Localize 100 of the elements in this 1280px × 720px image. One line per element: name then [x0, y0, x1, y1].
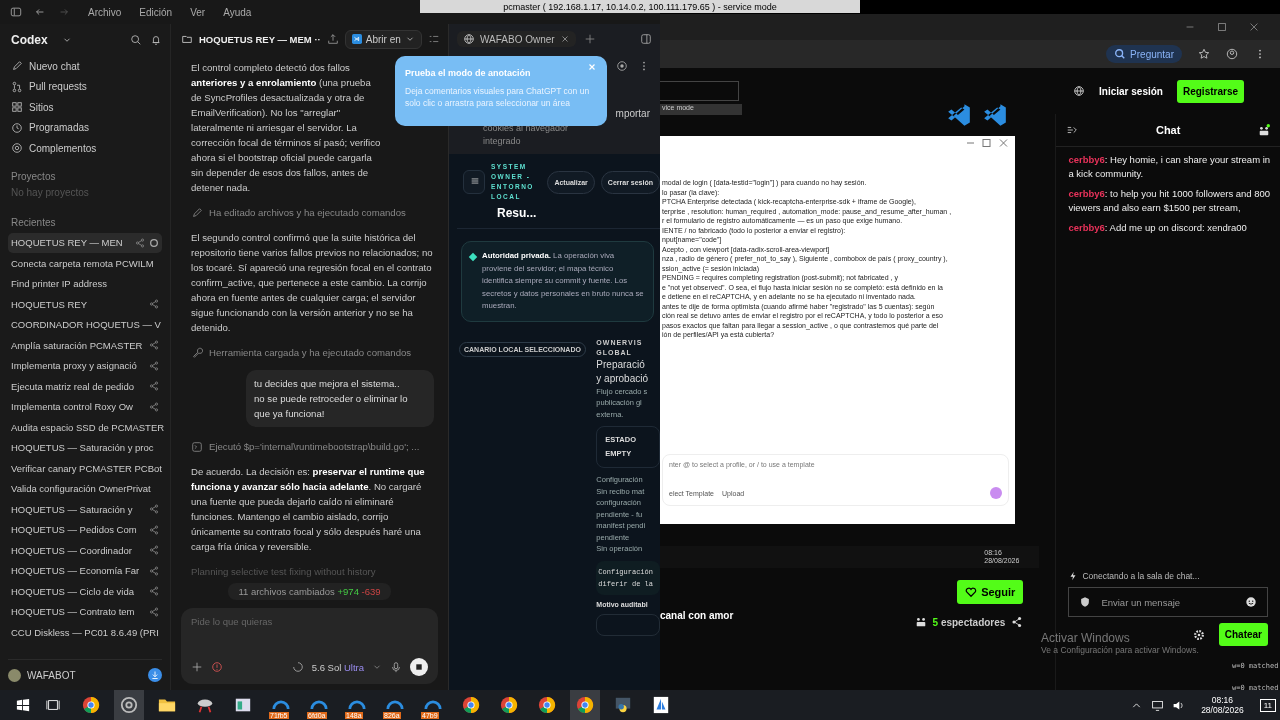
recent-chat-item[interactable]: HOQUETUS — Ciclo de vida [8, 581, 162, 602]
close-icon[interactable] [1248, 21, 1260, 33]
sidebar-toggle-icon[interactable] [10, 6, 22, 18]
cookies-text: cookies al navegador integrado [483, 122, 570, 148]
recent-chat-item[interactable]: HOQUETUS — Economía Far [8, 560, 162, 581]
list-icon[interactable] [427, 33, 440, 45]
user-message: tu decides que mejora el sistema.. no se puede retroceder o eliminar lo que ya funciona! [246, 370, 434, 427]
recent-chat-item[interactable]: HOQUETUS REY — MEN [8, 232, 162, 253]
browser-icon [538, 696, 556, 714]
activity-text[interactable]: Herramienta cargada y ha ejecutado comandos [209, 345, 412, 360]
menu-icon [470, 176, 480, 186]
section-heading: Recientes [10, 216, 57, 230]
menu-button[interactable] [463, 170, 485, 194]
browser-icon [82, 696, 100, 714]
plus-icon[interactable] [191, 661, 203, 673]
nav-item[interactable]: Pull requests [8, 76, 162, 97]
activity-text[interactable]: Ha editado archivos y ha ejecutado comandos [209, 205, 406, 220]
share-icon[interactable] [1011, 616, 1024, 628]
menu-item[interactable]: Ayuda [223, 6, 252, 18]
settings-icon[interactable] [1192, 628, 1205, 641]
recent-chat-item[interactable]: HOQUETUS — Saturación y proc [8, 437, 162, 458]
merge-icon [11, 80, 23, 93]
task-view-icon[interactable] [46, 698, 60, 712]
recent-chat-item[interactable]: HOQUETUS — Saturación y [8, 499, 162, 520]
recent-chat-item[interactable]: Implementa proxy y asignació [8, 355, 162, 376]
people-icon[interactable] [1258, 124, 1270, 136]
plus-icon[interactable] [583, 33, 596, 45]
stop-button[interactable] [410, 658, 428, 676]
search-icon [1114, 48, 1127, 60]
remote-desktop-icon [310, 700, 328, 710]
globe-icon[interactable] [1073, 85, 1086, 97]
taskbar-clock[interactable]: 08:16 28/08/2026 [1201, 695, 1244, 715]
recent-chat-item[interactable]: COORDINADOR HOQUETUS — V [8, 314, 162, 335]
search-icon[interactable] [130, 34, 142, 46]
remote-desktop-icon [348, 700, 366, 710]
nav-item[interactable]: Sitios [8, 97, 162, 118]
chat-send-button[interactable]: Chatear [1218, 623, 1268, 646]
emoji-icon[interactable] [1245, 596, 1257, 608]
notification-button[interactable]: 11 [1259, 698, 1276, 712]
viewer-count: 5 espectadores [932, 616, 1006, 628]
panel-icon[interactable] [640, 33, 652, 45]
nav-item[interactable]: Programadas [8, 117, 162, 138]
popup-text: Deja comentarios visuales para ChatGPT con un solo clic o arrastra para seleccionar un área [405, 86, 591, 109]
profile-icon[interactable] [1226, 48, 1238, 60]
windows-start-icon[interactable] [16, 698, 30, 712]
microphone-icon[interactable] [390, 661, 402, 673]
app-name[interactable]: Codex [8, 33, 54, 47]
assistant-message: El segundo control confirmó que la suite histórica del repositorio tiene varios fallos previos no relacionados; no los tocaré. Sí apareció una regresión focal en el contrato confirm_active, que pertenece a este cambio. La corrijo ahora en fuente antes de cualquier carga; el servidor sigue funcionando con la versión anterior y no se ha detenido. [191, 231, 434, 335]
ask-button[interactable]: Preguntar [1106, 45, 1182, 63]
import-button[interactable]: mportar [615, 108, 650, 119]
recent-chat-item[interactable]: Conecta carpeta remota PCWILM [8, 253, 162, 274]
nav-item[interactable]: Complementos [8, 138, 162, 159]
taskbar-app[interactable] [570, 690, 600, 720]
recent-chat-item[interactable]: Implementa control Roxy Ow [8, 396, 162, 417]
app-icon [120, 696, 138, 714]
upload-icon[interactable] [326, 33, 339, 45]
recent-chat-item[interactable]: Amplía saturación PCMASTER [8, 335, 162, 356]
recent-chat-item[interactable]: HOQUETUS REY [8, 294, 162, 315]
star-icon[interactable] [1198, 48, 1210, 60]
close-icon[interactable] [559, 34, 570, 44]
recent-chat-item[interactable]: HOQUETUS — Coordinador [8, 540, 162, 561]
network-icon[interactable] [1151, 698, 1165, 712]
assistant-message: De acuerdo. La decisión es: preservar el runtime que funciona y avanzar sólo hacia adelante. No cargaré una fuente que pueda dejarlo caído ni eliminaré funciones. Mantengo el cambio aislado, corrijo únicamente su contrato focal y sólo después haré una carga fría única y reversible. [191, 465, 426, 554]
login-link[interactable]: Iniciar sesión [1099, 85, 1163, 97]
maximize-icon[interactable] [1216, 21, 1228, 33]
share-icon [149, 586, 159, 597]
back-arrow-icon[interactable] [34, 6, 46, 18]
share-icon [135, 237, 145, 248]
recent-chat-item[interactable]: Valida configuración OwnerPrivat [8, 478, 162, 499]
menu-item[interactable]: Ver [190, 6, 206, 18]
collapse-icon[interactable] [1066, 124, 1079, 136]
recent-chat-item[interactable]: Find printer IP address [8, 273, 162, 294]
address-field[interactable] [660, 81, 739, 101]
browser-icon [462, 696, 480, 714]
alert-icon[interactable] [211, 661, 223, 673]
nav-item[interactable]: Nuevo chat [8, 56, 162, 77]
changes-summary[interactable]: 11 archivos cambiados +974 -639 [228, 583, 391, 600]
model-selector[interactable]: 5.6 Sol Ultra [311, 661, 364, 673]
target-icon[interactable] [616, 60, 628, 72]
app-icon [982, 102, 1008, 128]
open-in-button[interactable]: Abrir en [344, 29, 422, 49]
message-field[interactable]: Enviar un mensaje [1068, 587, 1268, 617]
user-name: WAFABOT [27, 669, 77, 681]
menu-item[interactable]: Edición [139, 6, 173, 18]
avatar[interactable] [8, 668, 21, 682]
chat-title: Chat [1154, 124, 1182, 136]
recent-chat-item[interactable]: Audita espacio SSD de PCMASTER [8, 417, 162, 438]
menu-item[interactable]: Archivo [88, 6, 122, 18]
recent-chat-item[interactable]: Verificar canary PCMASTER PCBot [8, 458, 162, 479]
browser-tab[interactable]: WAFABO Owner [457, 31, 576, 47]
recent-chat-item[interactable]: CCU Diskless — PC01 8.6.49 (PRI [8, 622, 162, 643]
download-icon[interactable] [148, 668, 162, 682]
register-button[interactable]: Registrarse [1176, 79, 1244, 103]
terminal-icon [191, 440, 203, 453]
recent-chat-item[interactable]: Ejecuta matriz real de pedido [8, 376, 162, 397]
recent-chat-item[interactable]: HOQUETUS — Pedidos Com [8, 519, 162, 540]
activity-text[interactable]: Ejecutó $p='internal\runtimebootstrap\build.go'; ... [209, 439, 420, 454]
follow-button[interactable]: Seguir [957, 580, 1024, 604]
recent-chat-item[interactable]: HOQUETUS — Contrato tem [8, 601, 162, 622]
bell-icon[interactable] [150, 34, 162, 46]
